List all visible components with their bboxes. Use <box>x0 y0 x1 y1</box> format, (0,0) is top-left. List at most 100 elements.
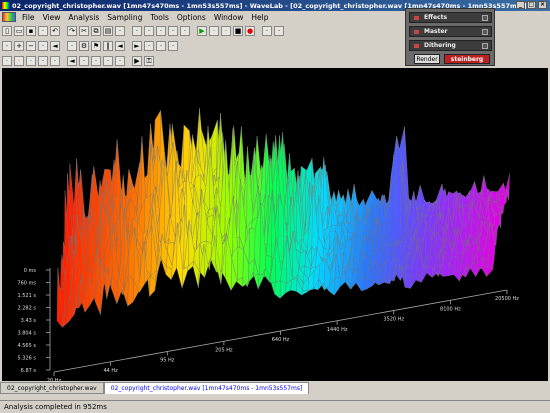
monitor-icon: · <box>265 26 269 35</box>
pencil-button[interactable]: · <box>67 41 77 51</box>
zoom-button[interactable]: · <box>103 56 113 66</box>
frequency-label: 95 Hz <box>160 358 175 364</box>
flag-button[interactable]: ⚑ <box>91 41 101 51</box>
surface-cell <box>389 178 397 244</box>
save-all-button[interactable]: · <box>38 26 48 36</box>
gear-button[interactable]: ⚙ <box>79 41 89 51</box>
menu-tools[interactable]: Tools <box>146 13 172 22</box>
play-selection-button[interactable]: · <box>209 26 219 36</box>
speaker-button[interactable]: ◄ <box>67 56 77 66</box>
view3-icon: · <box>159 26 163 35</box>
surface-cell <box>258 273 265 290</box>
bit-button[interactable]: · <box>50 56 60 66</box>
zoom-out-button[interactable]: − <box>26 41 36 51</box>
minimize-button[interactable]: _ <box>516 1 525 9</box>
toolbar-row-1: ▯ ▭ ▪ · ↶ ↷ ✂ ⧉ ▤ · · · · · · ▶ · · ■ ● · · <box>2 24 284 38</box>
effects-label: Effects <box>424 14 448 21</box>
master-button[interactable]: Master <box>409 26 492 37</box>
cursor-button[interactable]: · <box>79 56 89 66</box>
tab-file[interactable]: 02_copyright_christopher.wav <box>0 382 104 394</box>
undo-icon: ↶ <box>52 26 58 35</box>
surface-cell <box>274 280 281 299</box>
redo-button[interactable]: ↷ <box>67 26 77 36</box>
render-button[interactable]: Render <box>414 54 440 64</box>
effects-button[interactable]: Effects <box>409 12 492 23</box>
surface-cell <box>165 266 173 281</box>
monitor-button[interactable]: · <box>262 26 272 36</box>
waveform-button[interactable]: · <box>2 41 12 51</box>
phase-button[interactable]: · <box>38 56 48 66</box>
play-range-icon: · <box>224 26 228 35</box>
surface-cell <box>394 168 402 244</box>
hand-button[interactable]: · <box>91 56 101 66</box>
chart-icon: · <box>159 41 163 50</box>
surface-cell <box>366 279 374 290</box>
pause-button[interactable]: ‖ <box>103 41 113 51</box>
stop-button[interactable]: ■ <box>233 26 243 36</box>
play-range-button[interactable]: · <box>221 26 231 36</box>
lock-button[interactable]: ⚿ <box>144 56 154 66</box>
toolbar-separator <box>62 56 65 66</box>
maximize-button[interactable]: □ <box>527 1 536 9</box>
menu-options[interactable]: Options <box>173 13 210 22</box>
redo-icon: ↷ <box>69 26 75 35</box>
save-button[interactable]: ▪ <box>26 26 36 36</box>
flag-icon: ⚑ <box>92 41 100 50</box>
surface-cell <box>367 267 375 282</box>
play-green-button[interactable]: ▶ <box>197 26 207 36</box>
speaker-button[interactable]: ◄ <box>50 41 60 51</box>
chart-button[interactable]: · <box>156 41 166 51</box>
view5-button[interactable]: · <box>180 26 190 36</box>
surface-cell <box>415 274 423 283</box>
time-label: 5.326 s <box>17 356 36 362</box>
frequency-label: 205 Hz <box>215 347 233 353</box>
new-button[interactable]: ▯ <box>2 26 12 36</box>
settings-button[interactable]: · <box>274 26 284 36</box>
time-label: 4.565 s <box>17 343 36 349</box>
close-button[interactable]: × <box>538 1 547 9</box>
play-button[interactable]: ▶ <box>132 56 142 66</box>
spectrum-button[interactable]: · <box>14 56 24 66</box>
menu-window[interactable]: Window <box>210 13 248 22</box>
spectrum-3d-plot[interactable]: 0 ms 760 ms 1.521 s 2.282 s 3.43 s 3.804 s 4.5… <box>2 68 548 381</box>
ffwd-button[interactable]: ► <box>132 41 142 51</box>
surface-cell <box>482 175 490 202</box>
frequency-label: 3520 Hz <box>383 317 404 323</box>
tab-selection[interactable]: 02_copyright_christopher.wav [1mn47s470m… <box>103 382 310 394</box>
toolbar-separator <box>62 41 65 51</box>
view1-button[interactable]: · <box>132 26 142 36</box>
zoom-in-button[interactable]: + <box>14 41 24 51</box>
meter-icon: · <box>5 56 9 65</box>
view3-button[interactable]: · <box>156 26 166 36</box>
marker-button[interactable]: · <box>38 41 48 51</box>
pencil-button[interactable]: · <box>115 56 125 66</box>
record-small-button[interactable]: · <box>168 41 178 51</box>
surface-cell <box>301 290 309 296</box>
copy-button[interactable]: ⧉ <box>91 26 101 36</box>
dithering-button[interactable]: Dithering <box>409 40 492 51</box>
undo-button[interactable]: ↶ <box>50 26 60 36</box>
oscilloscope-button[interactable]: · <box>26 56 36 66</box>
menu-view[interactable]: View <box>39 13 65 22</box>
loop-small-button[interactable]: · <box>144 41 154 51</box>
toolbar-separator <box>127 56 130 66</box>
view4-button[interactable]: · <box>168 26 178 36</box>
paste-button[interactable]: ▤ <box>103 26 113 36</box>
cut-button[interactable]: ✂ <box>79 26 89 36</box>
frequency-label: 640 Hz <box>272 337 290 343</box>
record-button[interactable]: ● <box>245 26 255 36</box>
loop-button[interactable]: · <box>115 26 125 36</box>
open-button[interactable]: ▭ <box>14 26 24 36</box>
menu-sampling[interactable]: Sampling <box>103 13 146 22</box>
frequency-label: 1440 Hz <box>327 327 348 333</box>
toolbar-row-2: · + − · ◄ · ⚙ ⚑ ‖ ◄ ► · · · <box>2 39 178 53</box>
view2-button[interactable]: · <box>144 26 154 36</box>
menu-analysis[interactable]: Analysis <box>64 13 103 22</box>
square-icon <box>482 43 488 49</box>
app-icon <box>2 2 10 9</box>
rewind-button[interactable]: ◄ <box>115 41 125 51</box>
menu-help[interactable]: Help <box>247 13 272 22</box>
frequency-label: 20 Hz <box>47 378 62 381</box>
meter-button[interactable]: · <box>2 56 12 66</box>
menu-file[interactable]: File <box>18 13 39 22</box>
